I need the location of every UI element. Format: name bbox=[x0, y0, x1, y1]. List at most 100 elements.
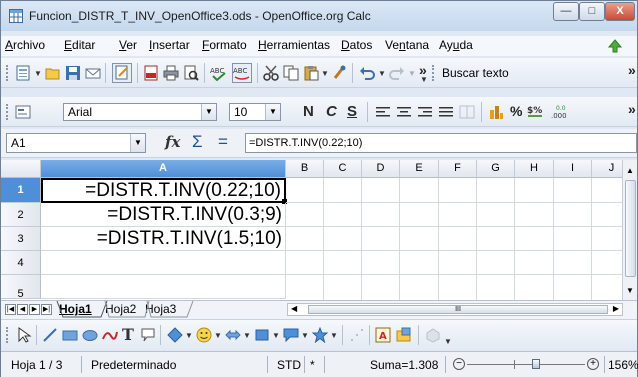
column-header-c[interactable]: C bbox=[324, 160, 362, 178]
underline-button[interactable]: S bbox=[347, 103, 357, 120]
row-header-1[interactable]: 1 bbox=[1, 178, 41, 203]
stars-icon[interactable] bbox=[312, 327, 328, 343]
menu-ventana[interactable]: Ventana bbox=[385, 38, 429, 52]
column-header-e[interactable]: E bbox=[400, 160, 439, 178]
ellipse-tool-icon[interactable] bbox=[82, 327, 98, 343]
toolbar-grip[interactable] bbox=[432, 65, 437, 81]
align-left-icon[interactable] bbox=[375, 104, 391, 120]
column-header-d[interactable]: D bbox=[362, 160, 400, 178]
format-overflow-icon[interactable]: » bbox=[628, 101, 636, 117]
open-folder-icon[interactable] bbox=[45, 65, 61, 81]
new-dropdown-icon[interactable]: ▼ bbox=[34, 69, 42, 78]
print-icon[interactable] bbox=[163, 65, 179, 81]
standard-format-icon[interactable]: $% bbox=[527, 104, 545, 120]
font-name-dropdown-icon[interactable]: ▼ bbox=[201, 104, 216, 120]
next-sheet-icon[interactable]: ▶ bbox=[29, 304, 40, 315]
sum-icon[interactable]: Σ bbox=[192, 132, 203, 152]
update-icon[interactable] bbox=[607, 38, 623, 54]
text-tool-icon[interactable]: T bbox=[122, 325, 134, 344]
status-sum[interactable]: Suma=1.308 bbox=[370, 358, 438, 372]
last-sheet-icon[interactable]: ▶| bbox=[41, 304, 52, 315]
column-header-a[interactable]: A bbox=[41, 160, 286, 178]
name-box[interactable]: A1 ▼ bbox=[6, 133, 146, 153]
spellcheck-icon[interactable]: ABC bbox=[210, 65, 228, 81]
symbol-shapes-icon[interactable] bbox=[196, 327, 212, 343]
cell-a5[interactable] bbox=[41, 275, 286, 299]
stars-dropdown-icon[interactable]: ▼ bbox=[330, 331, 338, 340]
flowchart-dropdown-icon[interactable]: ▼ bbox=[272, 331, 280, 340]
print-preview-icon[interactable] bbox=[183, 65, 199, 81]
row-header-2[interactable]: 2 bbox=[1, 203, 41, 227]
save-icon[interactable] bbox=[65, 65, 81, 81]
scroll-left-icon[interactable]: ◀ bbox=[291, 304, 297, 313]
add-decimal-icon[interactable]: 0.0.000 bbox=[551, 104, 569, 120]
percent-format-button[interactable]: % bbox=[510, 103, 522, 119]
menu-formato[interactable]: Formato bbox=[202, 38, 247, 52]
status-selection-mode[interactable]: STD bbox=[277, 358, 301, 372]
callout-tool-icon[interactable] bbox=[140, 327, 156, 343]
vertical-scrollbar[interactable]: ▲ ▼ bbox=[622, 160, 637, 300]
block-arrows-icon[interactable] bbox=[225, 327, 241, 343]
align-center-icon[interactable] bbox=[396, 104, 412, 120]
menu-insertar[interactable]: Insertar bbox=[149, 38, 190, 52]
status-zoom[interactable]: 156% bbox=[608, 358, 638, 372]
row-header-4[interactable]: 4 bbox=[1, 251, 41, 275]
paste-dropdown-icon[interactable]: ▼ bbox=[321, 69, 329, 78]
first-sheet-icon[interactable]: |◀ bbox=[5, 304, 16, 315]
currency-format-icon[interactable] bbox=[488, 104, 504, 120]
cut-icon[interactable] bbox=[263, 65, 279, 81]
italic-button[interactable]: C bbox=[326, 103, 337, 120]
cell-a4[interactable] bbox=[41, 251, 286, 275]
menu-archivo[interactable]: Archivo bbox=[5, 38, 45, 52]
edit-file-icon[interactable] bbox=[112, 63, 132, 83]
flowchart-icon[interactable] bbox=[254, 327, 270, 343]
row-header-5[interactable]: 5 bbox=[1, 275, 41, 300]
horizontal-scroll-thumb[interactable]: III bbox=[308, 305, 608, 314]
font-name-combo[interactable]: Arial ▼ bbox=[63, 103, 217, 121]
email-icon[interactable] bbox=[85, 65, 101, 81]
select-pointer-icon[interactable] bbox=[16, 327, 32, 343]
cell-a2[interactable]: =DISTR.T.INV(0.3;9) bbox=[41, 203, 286, 227]
scroll-right-icon[interactable]: ▶ bbox=[613, 304, 619, 313]
minimize-button[interactable]: — bbox=[553, 2, 579, 21]
symbol-shapes-dropdown-icon[interactable]: ▼ bbox=[214, 331, 222, 340]
prev-sheet-icon[interactable]: ◀ bbox=[17, 304, 28, 315]
basic-shapes-dropdown-icon[interactable]: ▼ bbox=[185, 331, 193, 340]
menu-editar[interactable]: Editar bbox=[64, 38, 95, 52]
status-page-style[interactable]: Predeterminado bbox=[91, 358, 176, 372]
column-header-f[interactable]: F bbox=[439, 160, 477, 178]
find-overflow-icon[interactable]: » bbox=[628, 62, 636, 78]
formula-input[interactable]: =DISTR.T.INV(0.22;10) bbox=[245, 133, 637, 153]
column-header-h[interactable]: H bbox=[515, 160, 554, 178]
font-size-dropdown-icon[interactable]: ▼ bbox=[265, 104, 280, 120]
zoom-out-icon[interactable]: − bbox=[453, 358, 465, 370]
block-arrows-dropdown-icon[interactable]: ▼ bbox=[243, 331, 251, 340]
column-header-g[interactable]: G bbox=[477, 160, 515, 178]
toolbar-grip[interactable] bbox=[6, 65, 11, 81]
horizontal-scrollbar[interactable]: ◀ III ▶ bbox=[287, 303, 623, 316]
zoom-slider-thumb[interactable] bbox=[532, 359, 540, 369]
drawing-options-icon[interactable]: ▼ bbox=[444, 337, 452, 346]
row-header-3[interactable]: 3 bbox=[1, 227, 41, 251]
spreadsheet-grid[interactable]: A B C D E F G H I J 1 =DISTR.T.INV(0.22;… bbox=[1, 160, 637, 300]
new-document-icon[interactable] bbox=[15, 65, 31, 81]
toolbar-grip[interactable] bbox=[6, 327, 11, 343]
name-box-dropdown-icon[interactable]: ▼ bbox=[130, 134, 145, 152]
title-bar[interactable]: Funcion_DISTR_T_INV_OpenOffice3.ods - Op… bbox=[1, 1, 637, 31]
function-wizard-icon[interactable]: fx bbox=[165, 133, 180, 151]
paste-icon[interactable] bbox=[303, 65, 319, 81]
maximize-button[interactable]: □ bbox=[579, 2, 605, 21]
menu-datos[interactable]: Datos bbox=[341, 38, 372, 52]
format-paintbrush-icon[interactable] bbox=[332, 65, 348, 81]
fontwork-gallery-icon[interactable]: A bbox=[375, 327, 391, 343]
toolbar-grip[interactable] bbox=[6, 104, 11, 120]
export-pdf-icon[interactable] bbox=[143, 65, 159, 81]
cell-a3[interactable]: =DISTR.T.INV(1.5;10) bbox=[41, 227, 286, 251]
scroll-down-icon[interactable]: ▼ bbox=[626, 286, 634, 295]
function-equals-icon[interactable]: = bbox=[218, 132, 228, 152]
font-size-combo[interactable]: 10 ▼ bbox=[229, 103, 281, 121]
undo-dropdown-icon[interactable]: ▼ bbox=[378, 69, 386, 78]
zoom-slider-track[interactable] bbox=[467, 364, 585, 365]
callouts-dropdown-icon[interactable]: ▼ bbox=[301, 331, 309, 340]
rectangle-tool-icon[interactable] bbox=[62, 327, 78, 343]
